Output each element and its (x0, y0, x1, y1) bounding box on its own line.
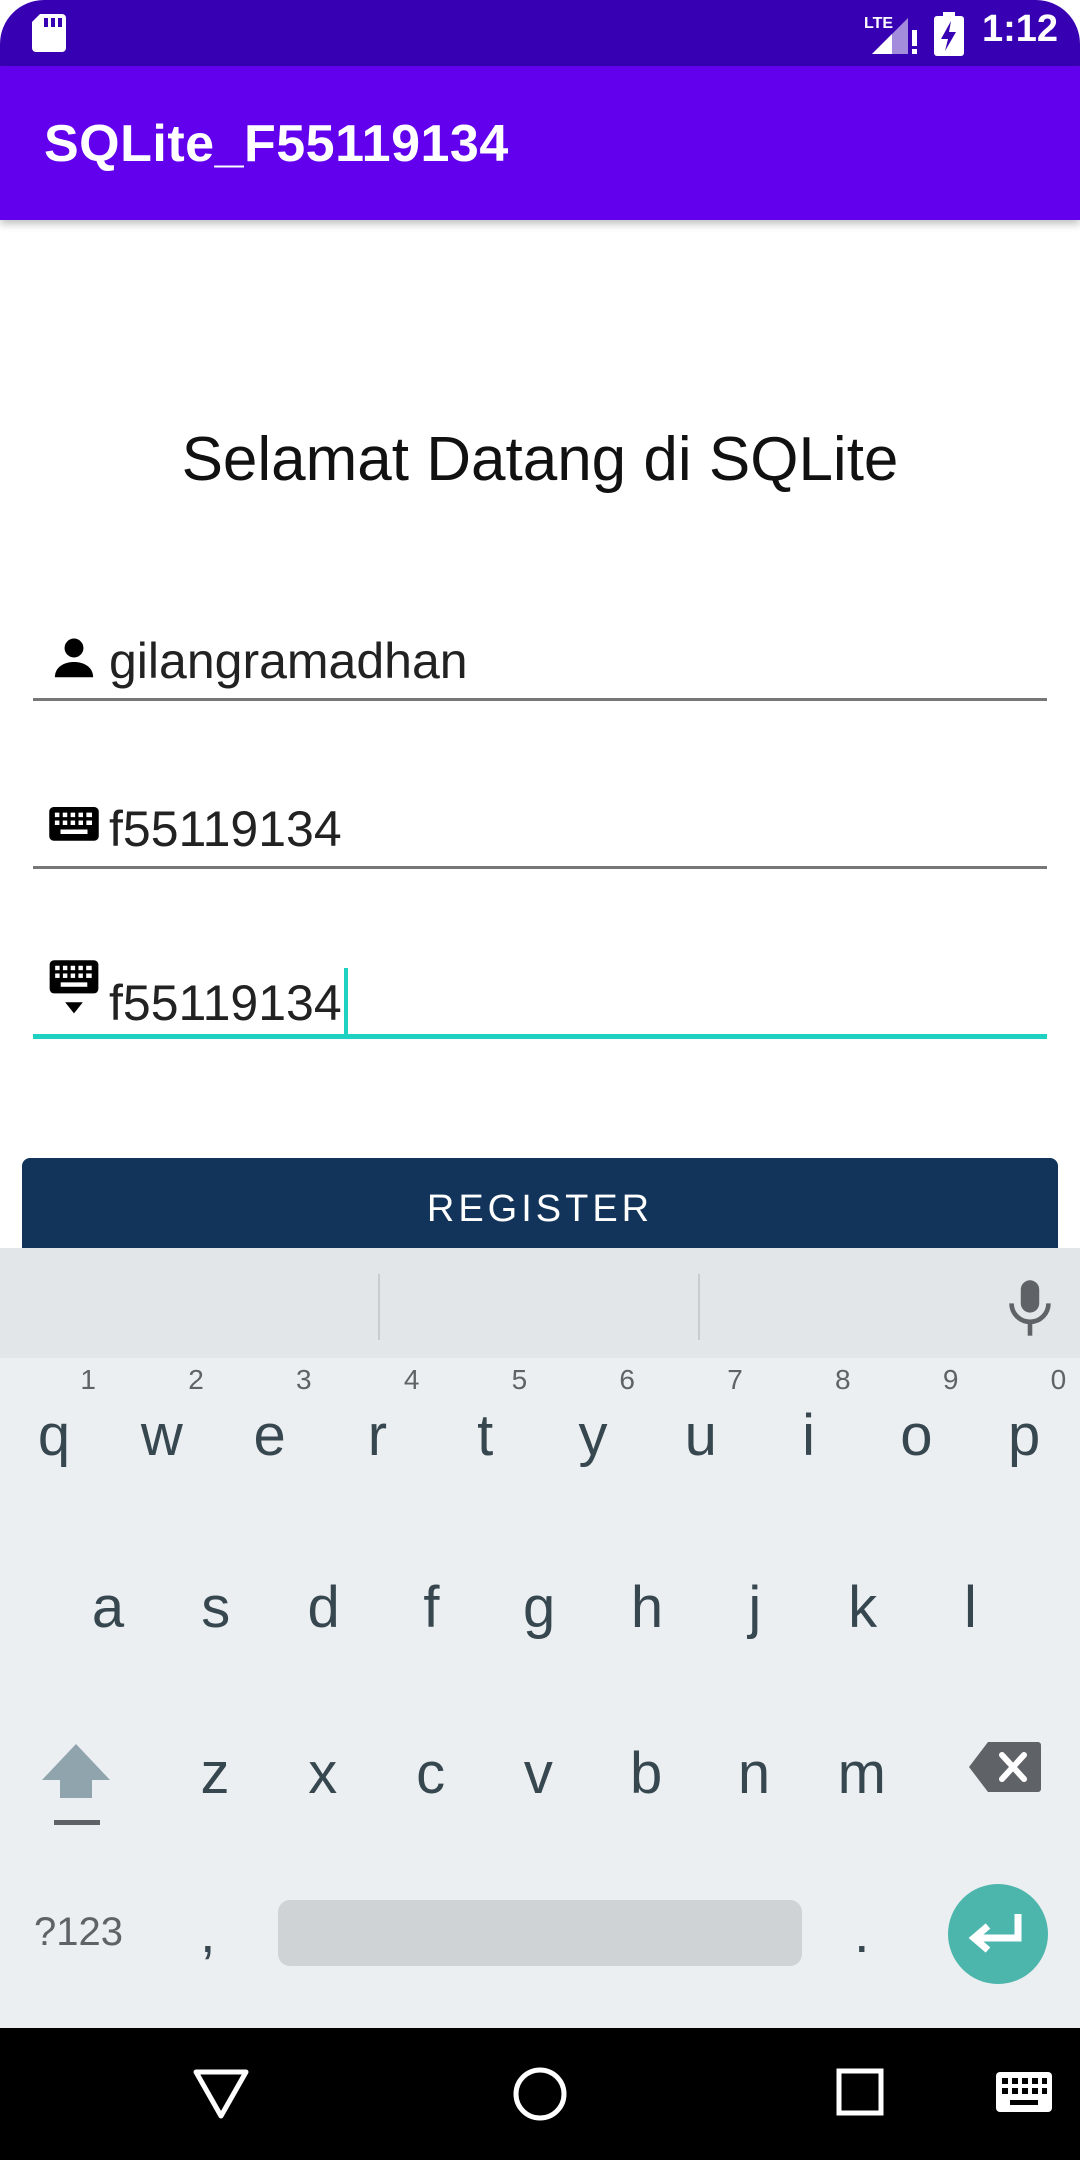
password-field[interactable]: f55119134 (33, 786, 1047, 869)
home-icon[interactable] (512, 2066, 568, 2122)
text-cursor (343, 968, 348, 1034)
key-v[interactable]: v (498, 1740, 578, 1807)
key-g[interactable]: g (499, 1574, 579, 1641)
lte-signal-icon: LTE (864, 15, 917, 54)
sd-card-icon (32, 14, 66, 52)
key-l[interactable]: l (930, 1574, 1010, 1641)
navigation-bar (0, 2028, 1080, 2160)
keyboard-icon (49, 807, 99, 841)
key-hint: 4 (403, 1364, 420, 1395)
key-hint: 2 (188, 1364, 204, 1395)
key-s[interactable]: s (176, 1574, 256, 1641)
keyboard-hide-icon (49, 960, 99, 1014)
comma-key[interactable]: , (200, 1900, 216, 1965)
key-hint: 6 (619, 1364, 635, 1395)
key-hint: 9 (942, 1364, 959, 1395)
key-k[interactable]: k (823, 1574, 903, 1641)
key-hint: 8 (835, 1364, 851, 1395)
suggestion-strip (0, 1248, 1080, 1358)
key-j[interactable]: j (715, 1574, 795, 1641)
key-w[interactable]: w2 (122, 1364, 204, 1469)
key-t[interactable]: t5 (445, 1364, 527, 1469)
key-i[interactable]: i8 (769, 1364, 850, 1469)
key-o[interactable]: o9 (876, 1364, 958, 1469)
key-b[interactable]: b (606, 1740, 686, 1807)
enter-key[interactable] (948, 1884, 1048, 1984)
key-c[interactable]: c (391, 1740, 471, 1807)
key-hint: 7 (727, 1364, 743, 1395)
key-hint: 0 (1050, 1364, 1067, 1395)
key-hint: 5 (511, 1364, 528, 1395)
key-x[interactable]: x (283, 1740, 363, 1807)
key-hint: 3 (296, 1364, 312, 1395)
status-bar: LTE 1:12 (0, 0, 1080, 66)
backspace-icon[interactable] (968, 1740, 1042, 1794)
symbols-key[interactable]: ?123 (34, 1910, 123, 1955)
key-m[interactable]: m (822, 1740, 902, 1807)
key-d[interactable]: d (284, 1574, 364, 1641)
battery-charging-icon (934, 12, 964, 56)
key-y[interactable]: y6 (553, 1364, 636, 1469)
username-field[interactable]: gilangramadhan (33, 618, 1047, 701)
username-value: gilangramadhan (109, 633, 468, 689)
key-u[interactable]: u7 (661, 1364, 743, 1469)
key-q[interactable]: q1 (14, 1364, 96, 1469)
key-r[interactable]: r4 (337, 1364, 420, 1469)
recents-icon[interactable] (836, 2068, 884, 2116)
welcome-heading: Selamat Datang di SQLite (181, 425, 899, 494)
period-key[interactable]: . (854, 1900, 870, 1965)
svg-text:LTE: LTE (864, 15, 893, 32)
key-e[interactable]: e3 (230, 1364, 311, 1469)
key-z[interactable]: z (175, 1740, 255, 1807)
confirm-field[interactable]: f55119134 (33, 954, 1047, 1039)
person-icon (54, 638, 94, 678)
key-n[interactable]: n (714, 1740, 794, 1807)
keyboard-switch-icon[interactable] (996, 2072, 1052, 2112)
back-icon[interactable] (192, 2068, 250, 2120)
app-title: SQLite_F55119134 (44, 115, 509, 173)
key-f[interactable]: f (391, 1574, 471, 1641)
status-time: 1:12 (982, 8, 1059, 50)
app-bar: SQLite_F55119134 (0, 66, 1080, 220)
password-value: f55119134 (109, 801, 342, 857)
space-key[interactable] (278, 1900, 802, 1966)
confirm-value: f55119134 (109, 968, 348, 1034)
key-hint: 1 (80, 1364, 96, 1395)
microphone-icon[interactable] (1002, 1278, 1058, 1338)
suggestion-divider (698, 1274, 700, 1340)
key-p[interactable]: p0 (984, 1364, 1066, 1469)
key-a[interactable]: a (68, 1574, 148, 1641)
key-h[interactable]: h (607, 1574, 687, 1641)
suggestion-divider (378, 1274, 380, 1340)
enter-icon (968, 1914, 1022, 1953)
shift-icon[interactable] (38, 1740, 114, 1830)
